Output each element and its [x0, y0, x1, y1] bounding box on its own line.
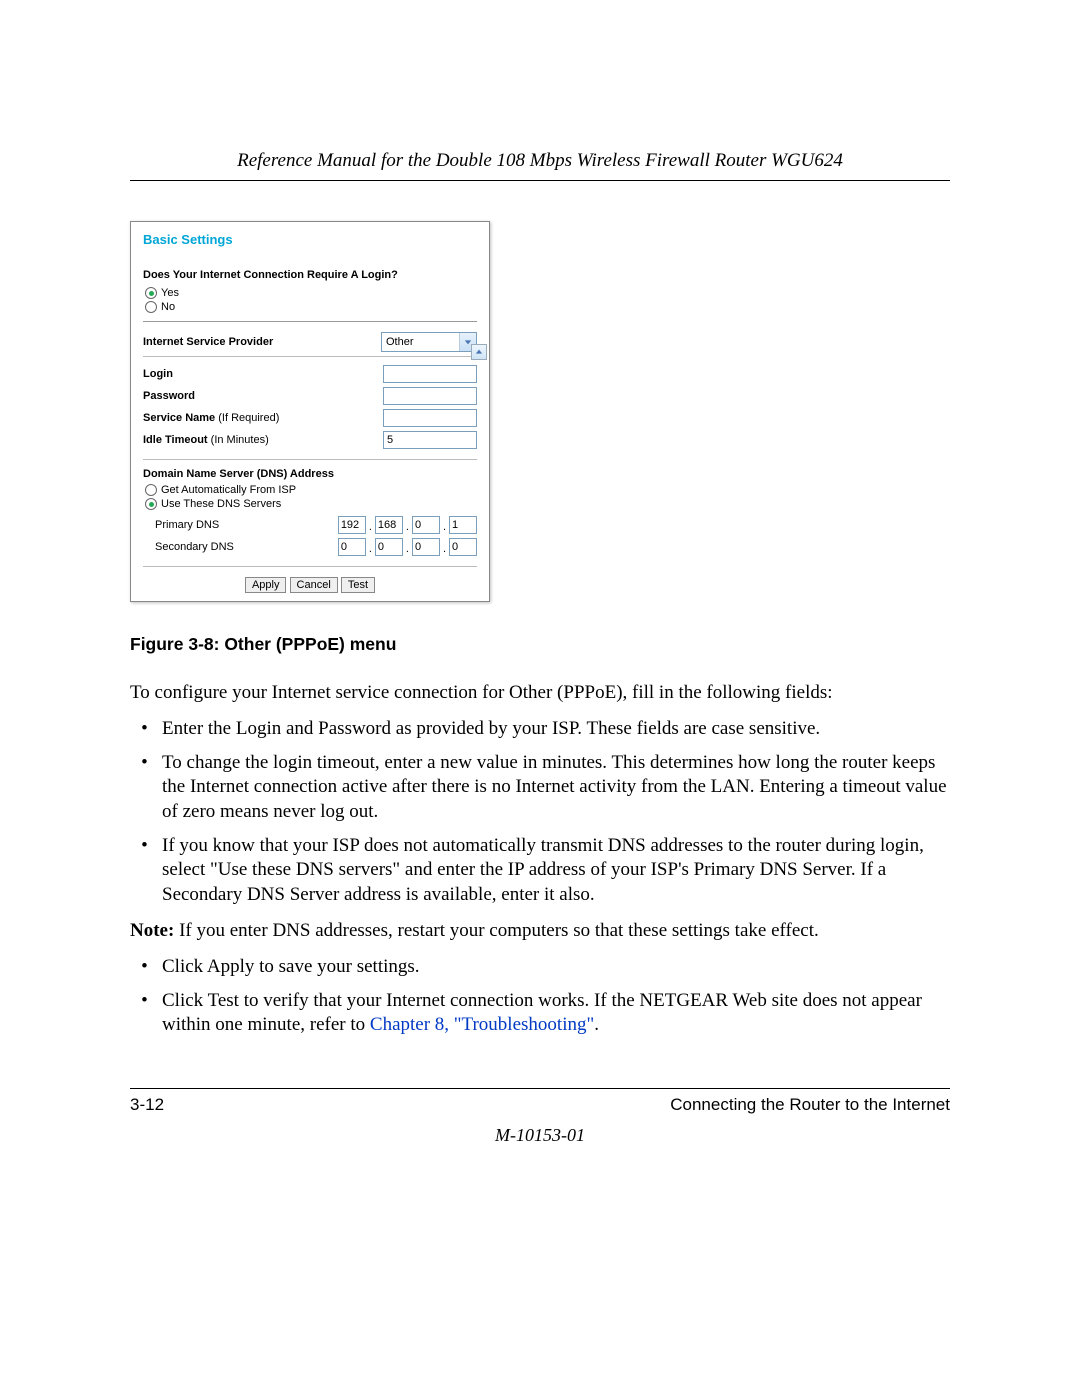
troubleshooting-link[interactable]: Chapter 8, "Troubleshooting" — [370, 1014, 594, 1035]
radio-dns-auto-icon[interactable] — [145, 484, 157, 496]
service-name-input[interactable] — [383, 409, 477, 427]
radio-dns-use-label: Use These DNS Servers — [161, 498, 281, 510]
panel-title: Basic Settings — [143, 232, 477, 247]
cancel-button[interactable]: Cancel — [290, 577, 338, 593]
primary-dns-label: Primary DNS — [155, 519, 338, 531]
page-number: 3-12 — [130, 1095, 164, 1115]
idle-timeout-input[interactable] — [383, 431, 477, 449]
radio-yes-icon[interactable] — [145, 287, 157, 299]
bullet-3: If you know that your ISP does not autom… — [162, 834, 950, 907]
settings-screenshot: Basic Settings Does Your Internet Connec… — [130, 221, 490, 602]
bullet-2: To change the login timeout, enter a new… — [162, 751, 950, 824]
section-title: Connecting the Router to the Internet — [670, 1095, 950, 1115]
isp-select-value: Other — [386, 336, 414, 348]
primary-dns-oct4[interactable] — [449, 516, 477, 534]
login-input[interactable] — [383, 365, 477, 383]
radio-dns-auto-label: Get Automatically From ISP — [161, 484, 296, 496]
radio-no-label: No — [161, 301, 175, 313]
radio-dns-use-icon[interactable] — [145, 498, 157, 510]
note-line: Note: If you enter DNS addresses, restar… — [130, 919, 950, 943]
secondary-dns-label: Secondary DNS — [155, 541, 338, 553]
password-input[interactable] — [383, 387, 477, 405]
login-question: Does Your Internet Connection Require A … — [143, 269, 477, 281]
radio-no-icon[interactable] — [145, 301, 157, 313]
secondary-dns-oct2[interactable] — [375, 538, 403, 556]
primary-dns-input[interactable]: . . . — [338, 516, 477, 534]
footer-rule — [130, 1088, 950, 1089]
bullet-4: Click Apply to save your settings. — [162, 955, 950, 979]
radio-yes-label: Yes — [161, 287, 179, 299]
running-header: Reference Manual for the Double 108 Mbps… — [130, 150, 950, 172]
intro-paragraph: To configure your Internet service conne… — [130, 681, 950, 705]
document-id: M-10153-01 — [130, 1125, 950, 1146]
primary-dns-oct2[interactable] — [375, 516, 403, 534]
apply-button[interactable]: Apply — [245, 577, 287, 593]
bullet-5: Click Test to verify that your Internet … — [162, 989, 950, 1038]
service-name-label: Service Name (If Required) — [143, 412, 383, 424]
scroll-up-icon[interactable] — [471, 344, 487, 360]
test-button[interactable]: Test — [341, 577, 375, 593]
secondary-dns-oct3[interactable] — [412, 538, 440, 556]
bullet-1: Enter the Login and Password as provided… — [162, 717, 950, 741]
secondary-dns-oct4[interactable] — [449, 538, 477, 556]
primary-dns-oct1[interactable] — [338, 516, 366, 534]
body-text: To configure your Internet service conne… — [130, 681, 950, 1038]
isp-label: Internet Service Provider — [143, 336, 381, 348]
idle-timeout-label: Idle Timeout (In Minutes) — [143, 434, 383, 446]
password-label: Password — [143, 390, 383, 402]
secondary-dns-oct1[interactable] — [338, 538, 366, 556]
isp-select[interactable]: Other — [381, 332, 477, 352]
login-label: Login — [143, 368, 383, 380]
header-rule — [130, 180, 950, 181]
dns-header: Domain Name Server (DNS) Address — [143, 468, 477, 480]
figure-caption: Figure 3-8: Other (PPPoE) menu — [130, 634, 950, 655]
secondary-dns-input[interactable]: . . . — [338, 538, 477, 556]
primary-dns-oct3[interactable] — [412, 516, 440, 534]
